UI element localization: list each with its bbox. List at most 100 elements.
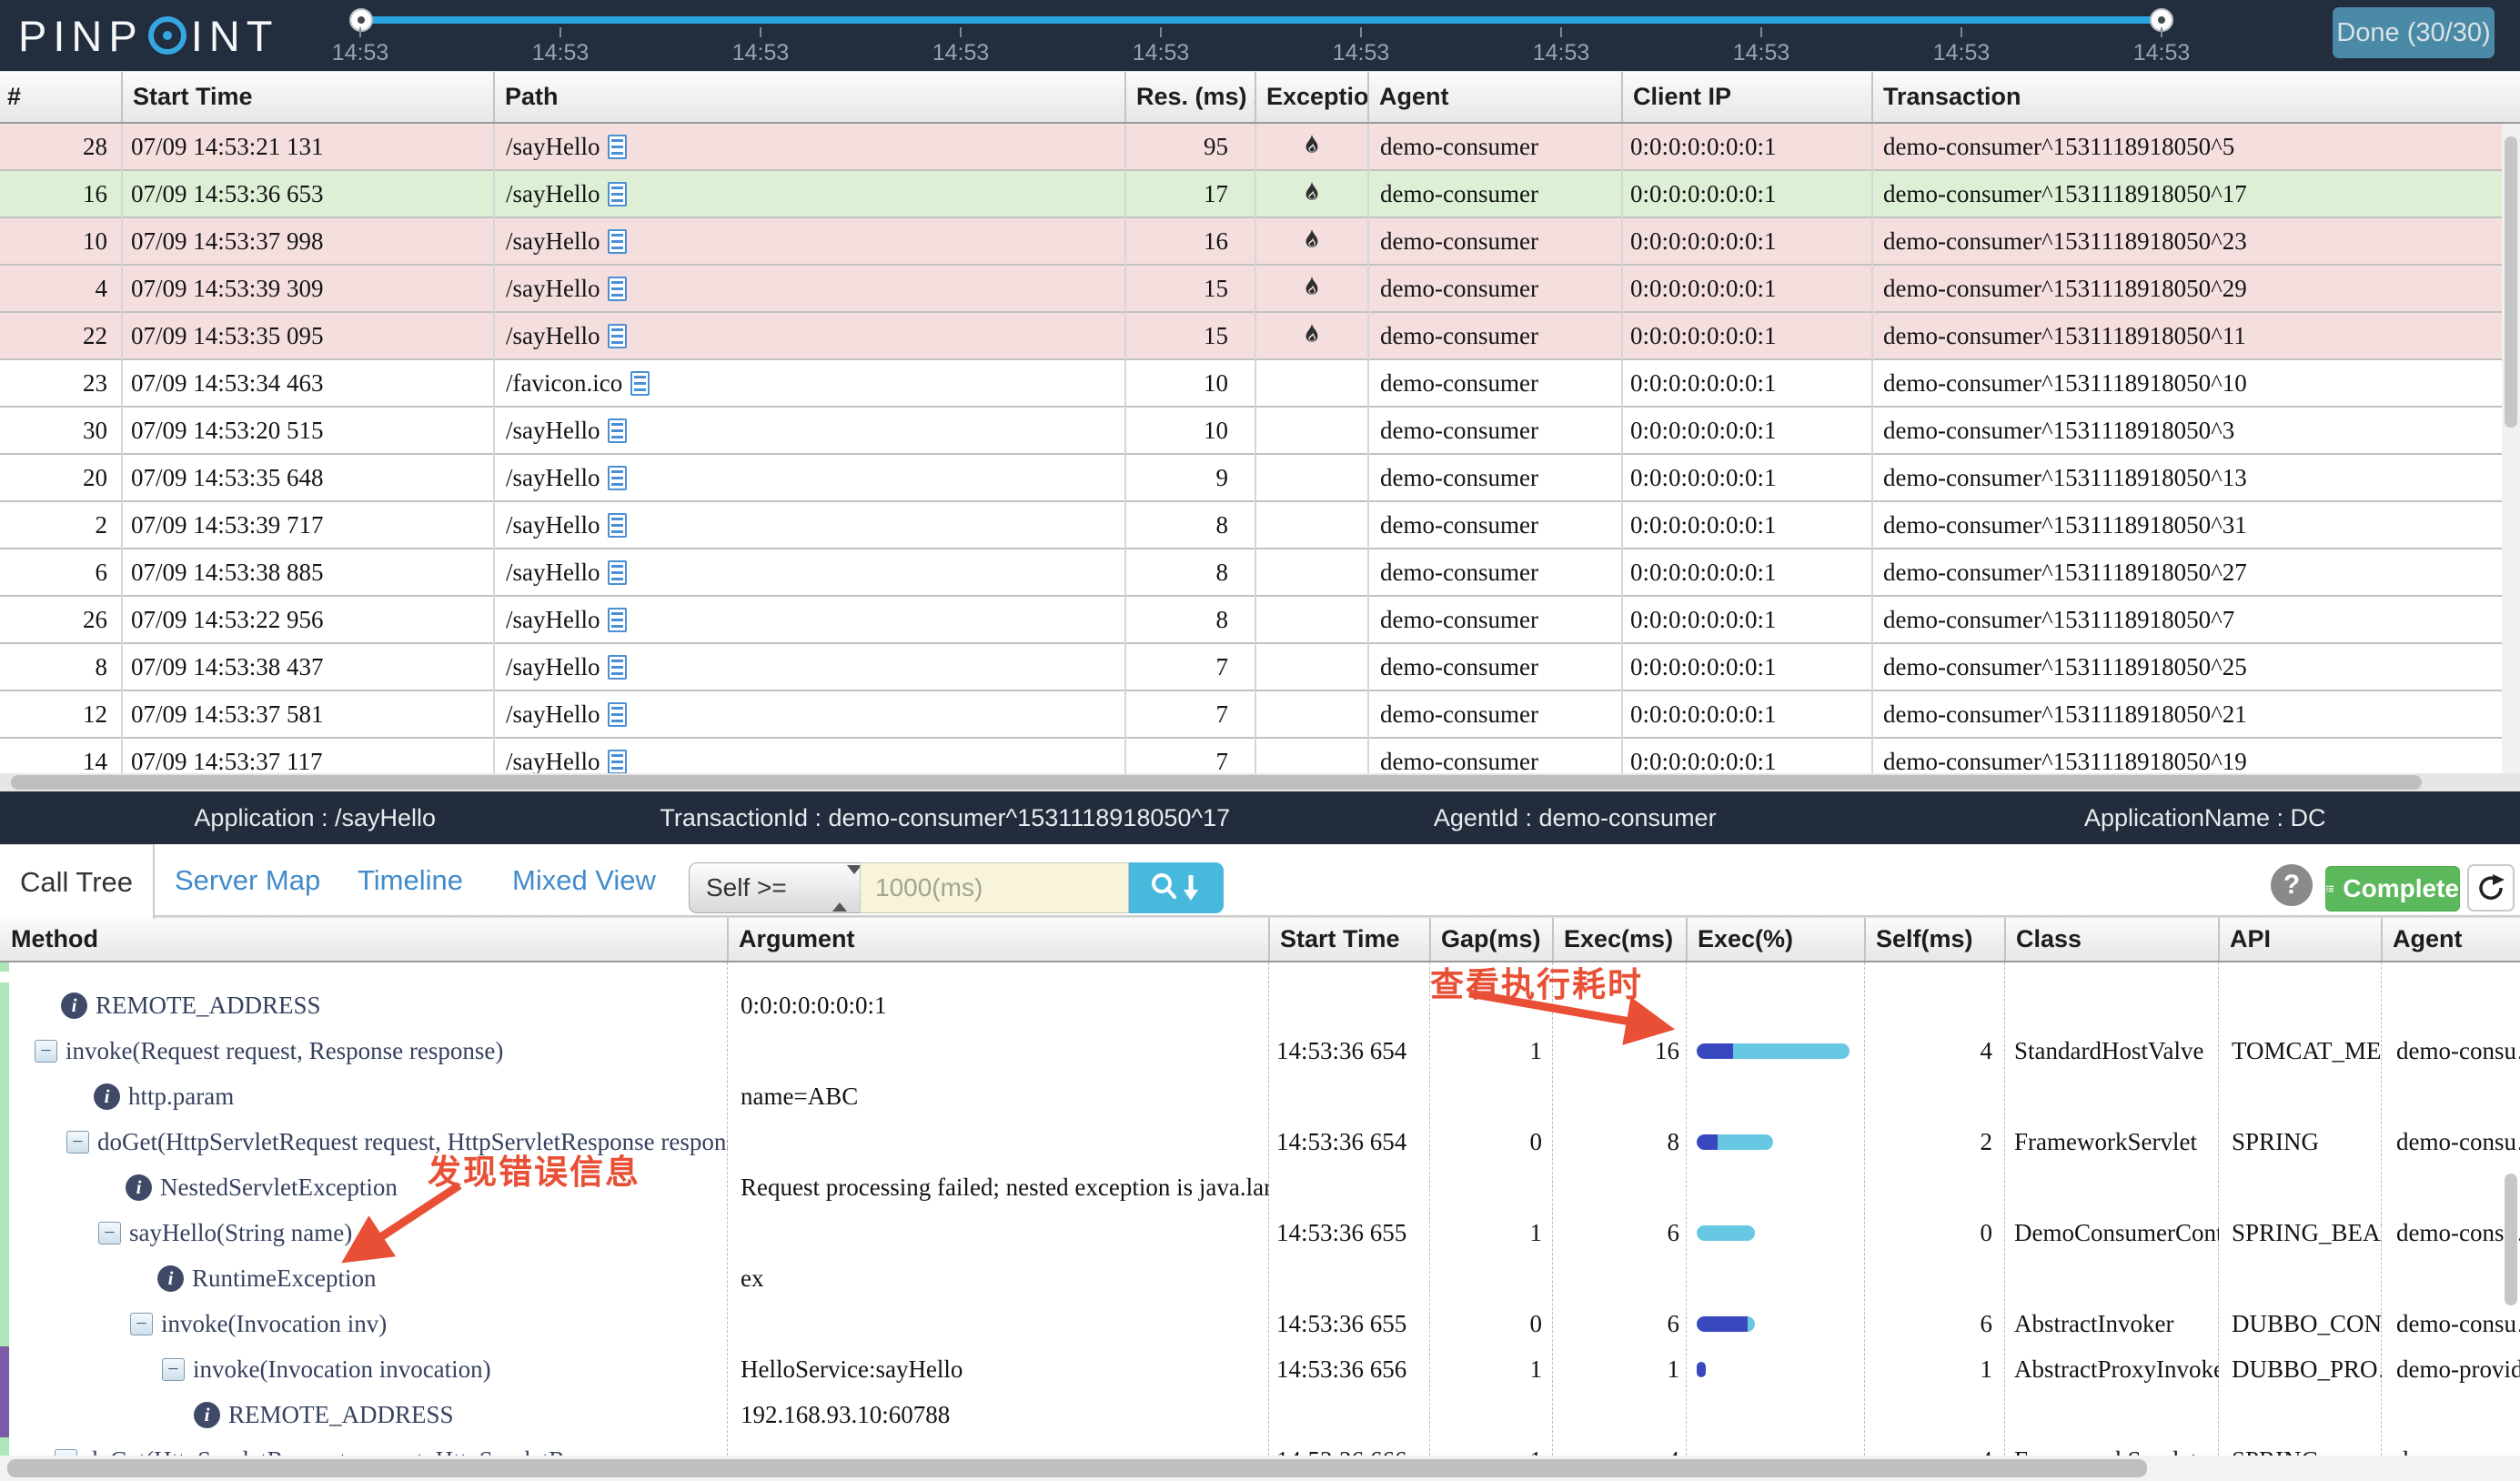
call-tree-row[interactable]: i RuntimeException ex <box>0 1255 2520 1301</box>
transaction-row[interactable]: 26 07/09 14:53:22 956/sayHello 8 demo-consu… <box>0 597 2520 644</box>
transaction-detail-icon[interactable] <box>608 228 628 254</box>
collapse-icon[interactable]: − <box>55 1448 77 1456</box>
ct-column-header-api[interactable]: API <box>2219 918 2382 961</box>
txn-column-header-path[interactable]: Path <box>494 72 1125 122</box>
ct-cell-start_time: 14:53:36 655 <box>1276 1218 1407 1246</box>
info-application: Application : /sayHello <box>194 803 437 831</box>
filter-threshold-input[interactable] <box>860 862 1129 913</box>
txn-column-header-agent[interactable]: Agent <box>1368 72 1622 122</box>
call-tree-row[interactable]: i REMOTE_ADDRESS 192.168.93.10:60788 <box>0 1392 2520 1437</box>
call-tree-hscrollbar[interactable] <box>0 1456 2520 1481</box>
collapse-icon[interactable]: − <box>66 1130 89 1154</box>
ct-column-header-class[interactable]: Class <box>2005 918 2219 961</box>
txn-cell-res: 95 <box>1204 132 1228 160</box>
collapse-icon[interactable]: − <box>98 1221 121 1244</box>
txn-cell-path: /sayHello <box>494 502 1125 548</box>
transaction-detail-icon[interactable] <box>608 607 628 632</box>
filter-search-button[interactable] <box>1129 862 1224 913</box>
txn-column-header-transaction[interactable]: Transaction <box>1872 72 2520 122</box>
transaction-detail-icon[interactable] <box>608 276 628 301</box>
tab-timeline[interactable]: Timeline <box>358 844 463 917</box>
transaction-detail-icon[interactable] <box>608 701 628 727</box>
ct-cell-agent: demo-consu… <box>2396 1309 2520 1337</box>
ct-column-header-start_time[interactable]: Start Time <box>1269 918 1430 961</box>
tab-mixed-view[interactable]: Mixed View <box>512 844 656 917</box>
call-tree-row[interactable]: − invoke(Invocation invocation) HelloServi… <box>0 1346 2520 1392</box>
transaction-vscrollbar-thumb[interactable] <box>2505 136 2517 428</box>
transaction-row[interactable]: 23 07/09 14:53:34 463/favicon.ico 10 demo-c… <box>0 360 2520 408</box>
tab-server-map[interactable]: Server Map <box>175 844 320 917</box>
transaction-row[interactable]: 6 07/09 14:53:38 885/sayHello 8 demo-consum… <box>0 549 2520 597</box>
ct-column-header-gap[interactable]: Gap(ms) <box>1430 918 1553 961</box>
filter-select[interactable]: Self >= <box>689 862 862 913</box>
transaction-row[interactable]: 4 07/09 14:53:39 309/sayHello 15 demo-consu… <box>0 266 2520 313</box>
call-tree-row[interactable]: −doGet(HttpServletRequest request, HttpS… <box>0 1437 2520 1456</box>
transaction-detail-icon[interactable] <box>608 323 628 348</box>
ct-cell-start_time <box>1269 982 1430 1028</box>
select-spinner-icon <box>832 865 862 912</box>
ct-cell-self <box>1865 1164 2005 1210</box>
txn-cell-num: 14 <box>83 747 107 775</box>
call-tree-vscrollbar-thumb[interactable] <box>2505 1174 2517 1305</box>
method-name: http.status.code <box>96 962 248 963</box>
transaction-row[interactable]: 14 07/09 14:53:37 117/sayHello 7 demo-consu… <box>0 739 2520 775</box>
collapse-icon[interactable]: − <box>35 1039 57 1063</box>
call-tree-row[interactable]: − invoke(Request request, Response respon… <box>0 1028 2520 1073</box>
transaction-detail-icon[interactable] <box>608 134 628 159</box>
transaction-hscrollbar[interactable] <box>0 773 2520 791</box>
collapse-icon[interactable]: − <box>162 1357 185 1381</box>
transaction-detail-icon[interactable] <box>608 181 628 207</box>
txn-column-header-res[interactable]: Res. (ms)↓ <box>1125 72 1255 122</box>
call-tree-hscrollbar-thumb[interactable] <box>7 1459 2147 1477</box>
txn-column-header-exception[interactable]: Exception <box>1255 72 1368 122</box>
transaction-detail-icon[interactable] <box>608 512 628 538</box>
txn-column-header-start_time[interactable]: Start Time <box>122 72 494 122</box>
transaction-detail-icon[interactable] <box>608 654 628 680</box>
ct-cell-agent <box>2382 982 2520 1028</box>
transaction-row[interactable]: 22 07/09 14:53:35 095/sayHello 15 demo-cons… <box>0 313 2520 360</box>
ct-column-header-method[interactable]: Method <box>0 918 728 961</box>
transaction-detail-icon[interactable] <box>630 370 650 396</box>
ct-column-header-agent[interactable]: Agent <box>2382 918 2520 961</box>
transaction-detail-icon[interactable] <box>608 418 628 443</box>
transaction-row[interactable]: 30 07/09 14:53:20 515/sayHello 10 demo-cons… <box>0 408 2520 455</box>
transaction-detail-icon[interactable] <box>608 559 628 585</box>
help-icon[interactable]: ? <box>2271 864 2313 906</box>
transaction-row[interactable]: 2 07/09 14:53:39 717/sayHello 8 demo-consum… <box>0 502 2520 549</box>
transaction-detail-icon[interactable] <box>608 749 628 774</box>
transaction-hscrollbar-thumb[interactable] <box>11 775 2422 790</box>
ct-column-header-self[interactable]: Self(ms) <box>1865 918 2005 961</box>
call-tree-row[interactable]: i NestedServletException Request processin… <box>0 1164 2520 1210</box>
transaction-row[interactable]: 12 07/09 14:53:37 581/sayHello 7 demo-consu… <box>0 691 2520 739</box>
call-tree-row[interactable]: i REMOTE_ADDRESS 0:0:0:0:0:0:0:1 <box>0 982 2520 1028</box>
txn-cell-start_time: 07/09 14:53:38 437 <box>131 652 324 680</box>
tab-call-tree[interactable]: Call Tree <box>0 844 155 919</box>
ct-column-header-exec_bar[interactable]: Exec(%) <box>1687 918 1865 961</box>
transaction-detail-icon[interactable] <box>608 465 628 490</box>
complete-button[interactable]: Complete <box>2325 866 2460 912</box>
collapse-icon[interactable]: − <box>130 1312 153 1335</box>
ct-column-header-exec[interactable]: Exec(ms) <box>1553 918 1687 961</box>
transaction-row[interactable]: 10 07/09 14:53:37 998/sayHello 16 demo-cons… <box>0 218 2520 266</box>
done-button[interactable]: Done (30/30) <box>2333 7 2495 58</box>
open-in-new-window-button[interactable] <box>2467 864 2515 912</box>
column-divider <box>1871 72 1873 122</box>
ct-cell-argument <box>728 1210 1269 1255</box>
ct-column-header-argument[interactable]: Argument <box>728 918 1269 961</box>
transaction-row[interactable]: 16 07/09 14:53:36 653/sayHello 17 demo-cons… <box>0 171 2520 218</box>
transaction-row[interactable]: 20 07/09 14:53:35 648/sayHello 9 demo-consu… <box>0 455 2520 502</box>
call-tree-row[interactable]: − invoke(Invocation inv) 14:53:36 655 0 6 6 Ab… <box>0 1301 2520 1346</box>
ct-cell-api <box>2219 1164 2382 1210</box>
txn-path-text: /sayHello <box>506 179 600 207</box>
txn-column-header-num[interactable]: # <box>0 72 122 122</box>
txn-cell-client_ip: 0:0:0:0:0:0:0:1 <box>1630 605 1777 633</box>
call-tree-row[interactable]: i http.param name=ABC <box>0 1073 2520 1119</box>
call-tree-row[interactable]: − sayHello(String name) 14:53:36 655 1 6 0 Dem… <box>0 1210 2520 1255</box>
call-tree-row[interactable]: ihttp.status.code200 <box>0 962 2520 972</box>
transaction-row[interactable]: 28 07/09 14:53:21 131/sayHello 95 demo-cons… <box>0 124 2520 171</box>
transaction-row[interactable]: 8 07/09 14:53:38 437/sayHello 7 demo-consum… <box>0 644 2520 691</box>
timeline-handle-left[interactable] <box>349 8 373 32</box>
call-tree-row[interactable]: −doGet(HttpServletRequest request, HttpS… <box>0 1119 2520 1164</box>
timeline-track[interactable] <box>361 16 2162 24</box>
txn-column-header-client_ip[interactable]: Client IP <box>1622 72 1872 122</box>
